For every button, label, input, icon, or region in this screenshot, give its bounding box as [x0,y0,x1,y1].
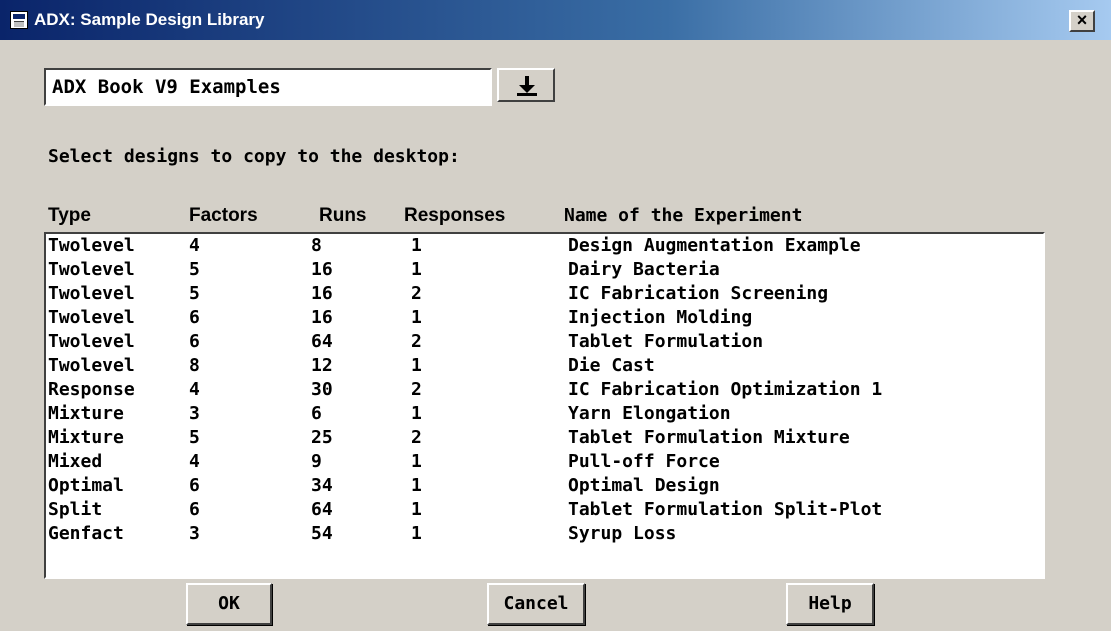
cell-runs: 54 [311,523,333,544]
cell-runs: 16 [311,307,333,328]
cell-type: Twolevel [48,235,135,256]
cell-experiment-name: Injection Molding [568,307,753,328]
cell-type: Mixture [48,403,124,424]
list-row[interactable]: Twolevel 6 16 1 Injection Molding [46,306,1043,330]
cell-factors: 6 [189,307,200,328]
cell-runs: 16 [311,259,333,280]
cell-responses: 1 [411,523,422,544]
cell-type: Split [48,499,103,520]
cell-factors: 4 [189,451,200,472]
cell-runs: 12 [311,355,333,376]
cell-factors: 4 [189,379,200,400]
cell-experiment-name: Tablet Formulation Split-Plot [568,499,883,520]
cell-factors: 6 [189,499,200,520]
cell-experiment-name: Design Augmentation Example [568,235,861,256]
cell-factors: 3 [189,523,200,544]
cell-responses: 2 [411,283,422,304]
cell-responses: 1 [411,403,422,424]
cell-experiment-name: Tablet Formulation [568,331,764,352]
cell-type: Genfact [48,523,124,544]
cell-experiment-name: Dairy Bacteria [568,259,720,280]
sas-app-icon [10,11,28,29]
cell-type: Twolevel [48,307,135,328]
cell-type: Mixture [48,427,124,448]
cell-runs: 34 [311,475,333,496]
cell-experiment-name: Die Cast [568,355,655,376]
cell-type: Twolevel [48,283,135,304]
cell-type: Mixed [48,451,103,472]
cell-responses: 2 [411,331,422,352]
cell-factors: 6 [189,331,200,352]
title-bar[interactable]: ADX: Sample Design Library × [0,0,1111,40]
cell-type: Twolevel [48,331,135,352]
cell-runs: 64 [311,331,333,352]
cell-responses: 2 [411,427,422,448]
column-header-experiment-name: Name of the Experiment [564,205,803,226]
cell-experiment-name: Syrup Loss [568,523,677,544]
cell-responses: 1 [411,475,422,496]
cell-factors: 3 [189,403,200,424]
cell-type: Optimal [48,475,124,496]
column-header-factors: Factors [189,205,258,226]
library-select-field[interactable]: ADX Book V9 Examples [44,68,492,106]
list-row[interactable]: Twolevel 6 64 2 Tablet Formulation [46,330,1043,354]
cancel-button[interactable]: Cancel [487,583,585,625]
list-row[interactable]: Mixed 4 9 1 Pull-off Force [46,450,1043,474]
cell-experiment-name: IC Fabrication Screening [568,283,829,304]
cell-type: Twolevel [48,355,135,376]
cell-responses: 1 [411,259,422,280]
cell-responses: 1 [411,235,422,256]
sample-design-library-dialog: ADX: Sample Design Library × ADX Book V9… [0,0,1111,631]
cell-responses: 1 [411,451,422,472]
list-row[interactable]: Twolevel 5 16 1 Dairy Bacteria [46,258,1043,282]
ok-button[interactable]: OK [186,583,272,625]
cell-runs: 8 [311,235,322,256]
cell-factors: 5 [189,427,200,448]
list-row[interactable]: Response 4 30 2 IC Fabrication Optimizat… [46,378,1043,402]
cell-responses: 2 [411,379,422,400]
cell-factors: 5 [189,259,200,280]
list-row[interactable]: Mixture 5 25 2 Tablet Formulation Mixtur… [46,426,1043,450]
list-row[interactable]: Split 6 64 1 Tablet Formulation Split-Pl… [46,498,1043,522]
arrow-down-to-line-icon [517,76,537,96]
cell-responses: 1 [411,355,422,376]
cell-runs: 16 [311,283,333,304]
cell-experiment-name: Optimal Design [568,475,720,496]
help-button[interactable]: Help [786,583,874,625]
close-button[interactable]: × [1069,10,1095,32]
column-header-runs: Runs [319,205,367,226]
cell-runs: 9 [311,451,322,472]
cell-factors: 5 [189,283,200,304]
cell-runs: 25 [311,427,333,448]
cell-factors: 4 [189,235,200,256]
list-row[interactable]: Optimal 6 34 1 Optimal Design [46,474,1043,498]
cell-experiment-name: IC Fabrication Optimization 1 [568,379,883,400]
list-row[interactable]: Twolevel 5 16 2 IC Fabrication Screening [46,282,1043,306]
cell-factors: 8 [189,355,200,376]
cell-responses: 1 [411,307,422,328]
column-header-responses: Responses [404,205,506,226]
cell-type: Twolevel [48,259,135,280]
cell-type: Response [48,379,135,400]
cell-runs: 6 [311,403,322,424]
cell-experiment-name: Tablet Formulation Mixture [568,427,850,448]
instruction-label: Select designs to copy to the desktop: [48,146,460,167]
cell-runs: 64 [311,499,333,520]
cell-responses: 1 [411,499,422,520]
cell-experiment-name: Yarn Elongation [568,403,731,424]
library-dropdown-button[interactable] [497,68,555,102]
list-row[interactable]: Genfact 3 54 1 Syrup Loss [46,522,1043,546]
cell-factors: 6 [189,475,200,496]
cell-experiment-name: Pull-off Force [568,451,720,472]
window-title: ADX: Sample Design Library [34,10,265,29]
column-header-type: Type [48,205,91,226]
list-row[interactable]: Mixture 3 6 1 Yarn Elongation [46,402,1043,426]
list-row[interactable]: Twolevel 4 8 1 Design Augmentation Examp… [46,234,1043,258]
design-list[interactable]: Twolevel 4 8 1 Design Augmentation Examp… [44,232,1045,579]
list-row[interactable]: Twolevel 8 12 1 Die Cast [46,354,1043,378]
cell-runs: 30 [311,379,333,400]
